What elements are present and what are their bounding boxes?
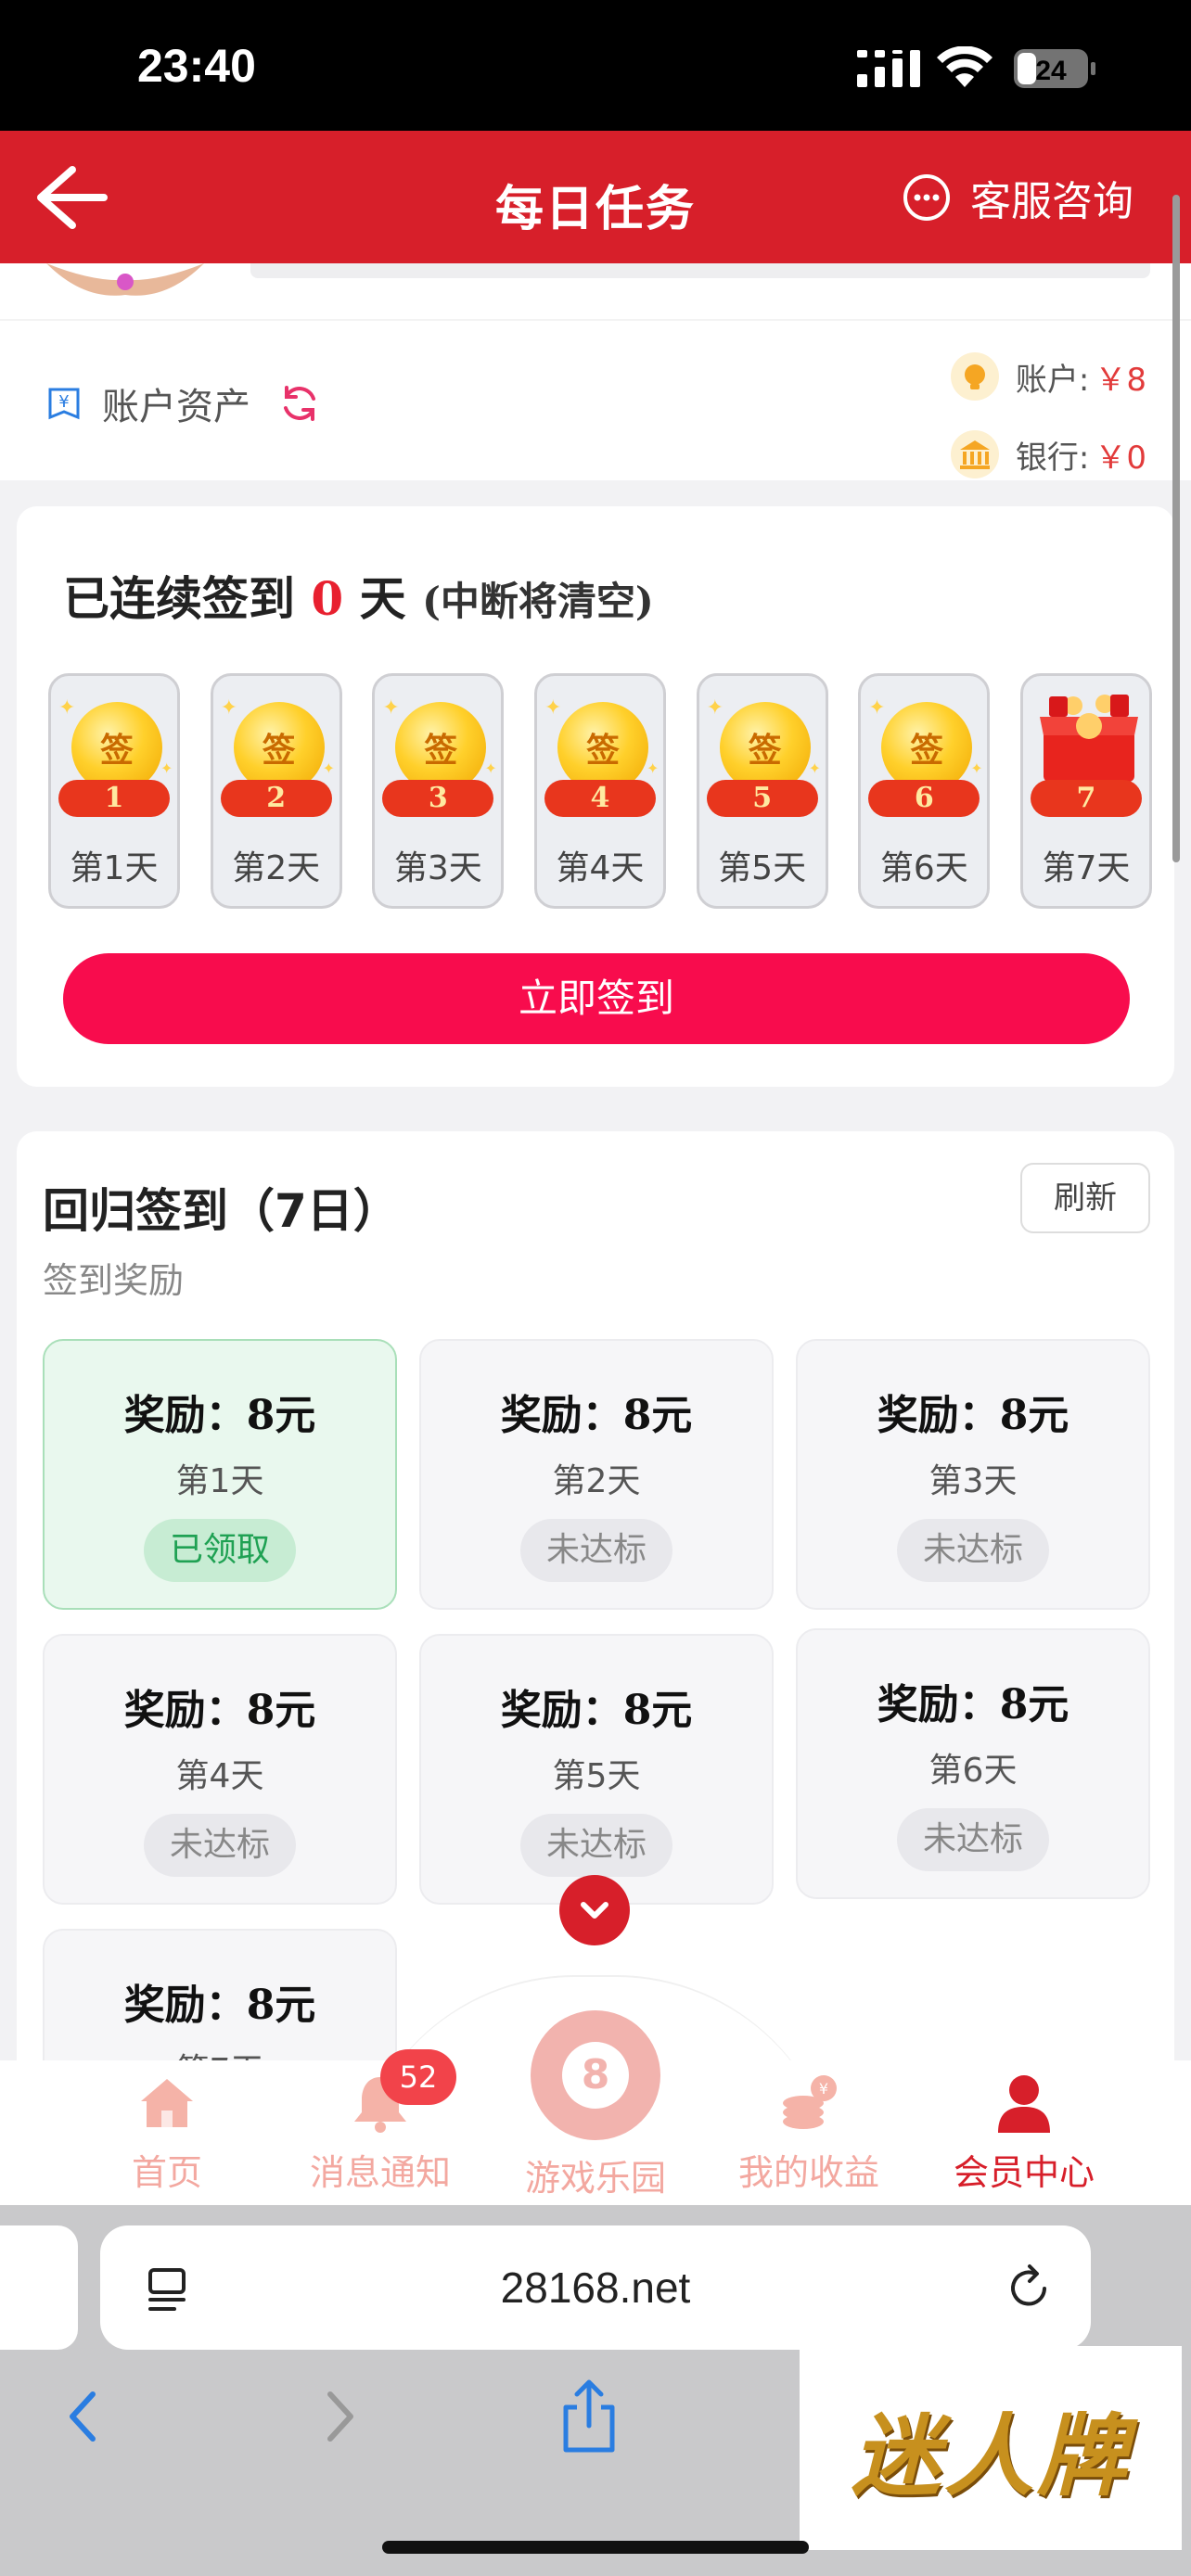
- red-envelope-gift-icon: [1039, 695, 1138, 782]
- eight-ball-icon[interactable]: 8: [531, 2010, 660, 2140]
- refresh-icon[interactable]: [278, 382, 321, 425]
- checkin-streak-heading: 已连续签到 0 天 (中断将清空): [63, 571, 654, 626]
- status-badge: 未达标: [897, 1519, 1049, 1582]
- wallet-yen-icon: ¥: [48, 388, 80, 420]
- account-assets-row: ¥ 账户资产 账户: ￥8 银行: ￥0: [0, 319, 1191, 480]
- bank-label: 银行:: [1015, 439, 1090, 477]
- bank-value: ￥0: [1095, 439, 1146, 477]
- svg-text:¥: ¥: [58, 392, 69, 412]
- status-time: 23:40: [137, 40, 256, 92]
- status-badge: 未达标: [144, 1814, 296, 1877]
- daily-checkin-card: 已连续签到 0 天 (中断将清空) ✦ ✦ 签 1 第1天 ✦ ✦ 签 2 第2…: [17, 506, 1174, 1087]
- browser-toolbar: 28168.net 迷人牌: [0, 2205, 1191, 2576]
- checkin-day: 7 第7天: [1019, 673, 1152, 909]
- wifi-icon: [937, 46, 992, 87]
- browser-forward-icon[interactable]: [315, 2381, 367, 2452]
- balance-value: ￥8: [1095, 361, 1146, 399]
- coin-bulb-icon: [950, 352, 999, 401]
- address-bar[interactable]: 28168.net: [100, 2225, 1091, 2350]
- refresh-button[interactable]: 刷新: [1020, 1163, 1150, 1233]
- status-badge: 未达标: [897, 1808, 1049, 1871]
- browser-back-icon[interactable]: [56, 2381, 108, 2452]
- coins-stack-icon: ¥: [783, 2075, 837, 2129]
- reload-icon[interactable]: [1004, 2263, 1054, 2313]
- home-icon: [141, 2079, 193, 2127]
- status-badge: 未达标: [520, 1814, 672, 1877]
- status-bar: 23:40 24: [0, 0, 1191, 131]
- return-signin-subtitle: 签到奖励: [43, 1260, 185, 1301]
- reward-card[interactable]: 奖励：8元 第5天 未达标: [419, 1634, 774, 1905]
- reward-card[interactable]: 奖励：8元 第3天 未达标: [796, 1339, 1150, 1610]
- user-icon: [998, 2075, 1050, 2133]
- streak-count: 0: [311, 571, 344, 626]
- customer-service-button[interactable]: 客服咨询: [902, 168, 1133, 227]
- avatar-crown-icon: [46, 263, 204, 296]
- sign-in-now-button[interactable]: 立即签到: [63, 953, 1130, 1044]
- profile-strip: [0, 263, 1191, 319]
- checkin-day: ✦ ✦ 签 5 第5天: [696, 673, 828, 909]
- checkin-day: ✦ ✦ 签 3 第3天: [372, 673, 505, 909]
- checkin-days: ✦ ✦ 签 1 第1天 ✦ ✦ 签 2 第2天 ✦ ✦ 签 3 第3天 ✦ ✦ …: [48, 673, 1152, 909]
- customer-service-label: 客服咨询: [970, 178, 1133, 225]
- streak-note: (中断将清空): [422, 579, 654, 624]
- tab-home[interactable]: 首页: [74, 2070, 260, 2195]
- checkin-day: ✦ ✦ 签 2 第2天: [210, 673, 342, 909]
- checkin-day: ✦ ✦ 签 6 第6天: [858, 673, 991, 909]
- checkin-day: ✦ ✦ 签 4 第4天: [533, 673, 666, 909]
- reward-card[interactable]: 奖励：8元 第1天 已领取: [43, 1339, 397, 1610]
- balance-label: 账户:: [1015, 361, 1090, 399]
- previous-tab[interactable]: [0, 2225, 78, 2350]
- watermark-logo: 迷人牌: [800, 2346, 1182, 2550]
- svg-text:¥: ¥: [819, 2080, 828, 2098]
- checkin-day: ✦ ✦ 签 1 第1天: [48, 673, 180, 909]
- status-badge: 已领取: [144, 1519, 296, 1582]
- bank-icon: [950, 430, 999, 478]
- tab-game-park[interactable]: 游戏乐园: [503, 2149, 688, 2200]
- profile-bar: [250, 263, 1150, 278]
- chat-bubble-icon: [903, 174, 950, 221]
- reward-card[interactable]: 奖励：8元 第4天 未达标: [43, 1634, 397, 1905]
- page-header: 每日任务 客服咨询: [0, 131, 1191, 263]
- url-text: 28168.net: [500, 2264, 691, 2312]
- scroll-down-button[interactable]: [559, 1875, 630, 1945]
- share-icon[interactable]: [557, 2376, 621, 2457]
- chevron-down-icon: [581, 1902, 608, 1919]
- battery-icon: 24: [1014, 49, 1095, 88]
- reward-card[interactable]: 奖励：8元 第2天 未达标: [419, 1339, 774, 1610]
- home-indicator: [382, 2541, 809, 2554]
- tab-member-center[interactable]: 会员中心: [931, 2070, 1117, 2195]
- svg-text:24: 24: [1035, 56, 1067, 86]
- reward-card[interactable]: 奖励：8元 第6天 未达标: [796, 1628, 1150, 1899]
- cellular-signal-icon: [857, 50, 920, 87]
- tab-earnings[interactable]: ¥ 我的收益: [716, 2070, 902, 2195]
- notification-badge: 52: [380, 2049, 456, 2105]
- status-badge: 未达标: [520, 1519, 672, 1582]
- return-signin-title: 回归签到（7日）: [43, 1184, 400, 1238]
- scrollbar[interactable]: [1172, 195, 1180, 862]
- account-assets-label: 账户资产: [102, 386, 250, 428]
